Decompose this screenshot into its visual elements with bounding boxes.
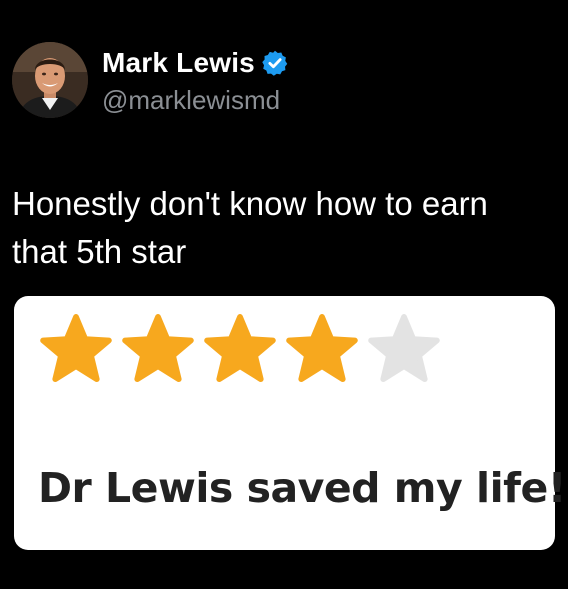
review-text: Dr Lewis saved my life! — [38, 464, 566, 512]
tweet-header: Mark Lewis @marklewismd — [12, 40, 289, 120]
author-handle[interactable]: @marklewismd — [102, 85, 289, 116]
author-display-name[interactable]: Mark Lewis — [102, 47, 255, 79]
verified-badge-icon — [262, 50, 288, 76]
star-icon-2 — [122, 314, 194, 382]
tweet: Mark Lewis @marklewismd Honestly don't k… — [0, 0, 568, 589]
star-icon-1 — [40, 314, 112, 382]
tweet-text: Honestly don't know how to earn that 5th… — [12, 180, 552, 276]
avatar-image — [12, 42, 88, 118]
tweet-text-line-2: that 5th star — [12, 233, 187, 270]
star-icon-5 — [368, 314, 440, 382]
star-icon-4 — [286, 314, 358, 382]
tweet-text-line-1: Honestly don't know how to earn — [12, 185, 488, 222]
star-rating — [40, 314, 450, 382]
star-icon-3 — [204, 314, 276, 382]
review-card[interactable]: Dr Lewis saved my life! — [14, 296, 566, 550]
name-row: Mark Lewis — [102, 45, 289, 81]
avatar[interactable] — [12, 42, 88, 118]
author-names: Mark Lewis @marklewismd — [102, 45, 289, 116]
